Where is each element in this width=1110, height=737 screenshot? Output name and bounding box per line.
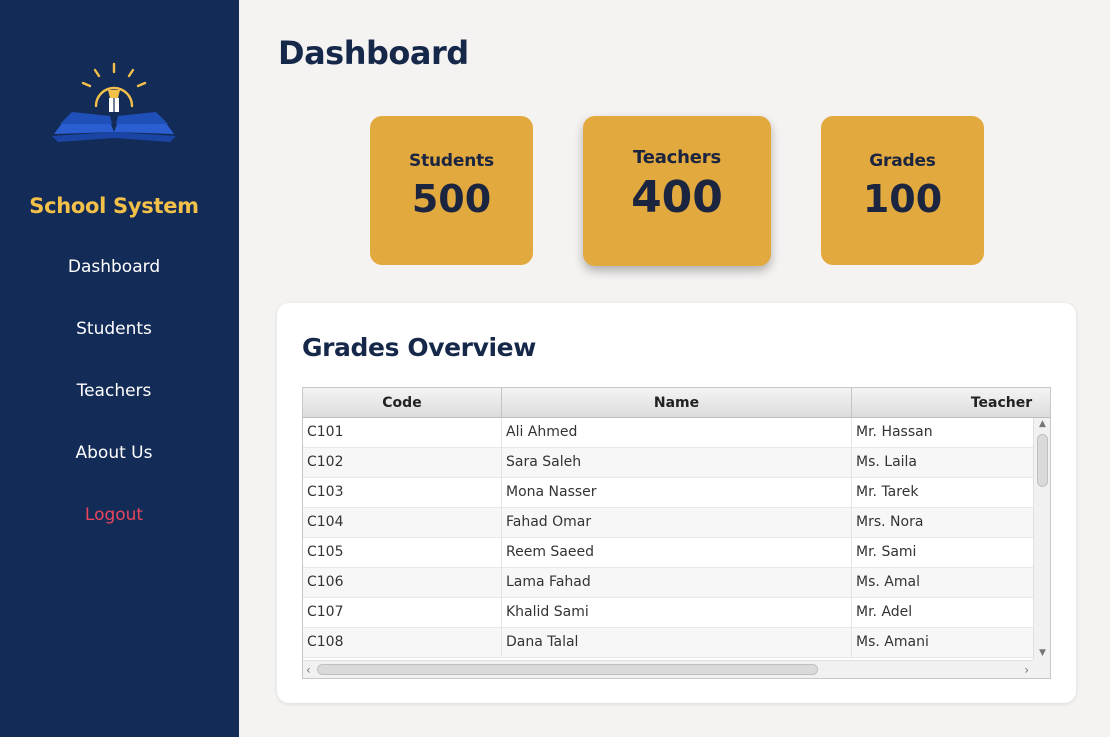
grades-stat-card[interactable]: Grades 100 [821,116,984,265]
scroll-up-icon[interactable]: ▲ [1034,419,1050,429]
vertical-scrollbar[interactable]: ▲ ▼ [1033,418,1050,660]
cell-code: C105 [303,538,502,568]
cell-code: C106 [303,568,502,598]
scroll-down-icon[interactable]: ▼ [1034,648,1050,658]
sidebar-item-logout[interactable]: Logout [0,505,228,525]
cell-name: Reem Saeed [502,538,852,568]
page-title: Dashboard [278,34,469,72]
table-row[interactable]: C106 Lama Fahad Ms. Amal [303,568,1034,598]
students-stat-card[interactable]: Students 500 [370,116,533,265]
sidebar-item-dashboard[interactable]: Dashboard [0,257,228,277]
teachers-stat-label: Teachers [633,147,721,168]
cell-name: Khalid Sami [502,598,852,628]
cell-teacher: Mr. Hassan [852,418,1034,448]
cell-name: Ali Ahmed [502,418,852,448]
cell-teacher: Ms. Laila [852,448,1034,478]
horizontal-scroll-thumb[interactable] [317,664,818,675]
scroll-right-icon[interactable]: › [1024,661,1029,678]
column-header-name[interactable]: Name [502,388,852,418]
teachers-stat-value: 400 [631,172,723,223]
cell-name: Mona Nasser [502,478,852,508]
grades-table: Code Name Teacher C101 Ali Ahmed Mr. Has… [302,387,1051,679]
students-stat-label: Students [409,151,494,171]
sidebar-item-teachers[interactable]: Teachers [0,381,228,401]
column-header-code[interactable]: Code [303,388,502,418]
scrollbar-corner [1033,660,1050,678]
cell-code: C101 [303,418,502,448]
table-row[interactable]: C108 Dana Talal Ms. Amani [303,628,1034,658]
cell-code: C102 [303,448,502,478]
grades-overview-panel: Grades Overview Code Name Teacher C101 A… [277,303,1076,703]
cell-teacher: Mr. Adel [852,598,1034,628]
sidebar: School System Dashboard Students Teacher… [0,0,239,737]
cell-teacher: Mrs. Nora [852,508,1034,538]
cell-code: C107 [303,598,502,628]
table-row[interactable]: C105 Reem Saeed Mr. Sami [303,538,1034,568]
cell-name: Fahad Omar [502,508,852,538]
table-header: Code Name Teacher [303,388,1050,418]
school-logo-icon [52,62,176,142]
cell-teacher: Ms. Amani [852,628,1034,658]
cell-code: C108 [303,628,502,658]
scroll-left-icon[interactable]: ‹ [306,661,311,678]
teachers-stat-card[interactable]: Teachers 400 [583,116,771,266]
column-header-teacher[interactable]: Teacher [852,388,1050,418]
table-row[interactable]: C107 Khalid Sami Mr. Adel [303,598,1034,628]
cell-teacher: Mr. Sami [852,538,1034,568]
grades-stat-label: Grades [869,151,936,171]
grades-overview-title: Grades Overview [302,333,536,362]
cell-name: Lama Fahad [502,568,852,598]
vertical-scroll-thumb[interactable] [1037,434,1048,487]
table-body: C101 Ali Ahmed Mr. Hassan C102 Sara Sale… [303,418,1034,658]
horizontal-scrollbar[interactable]: ‹ › [303,660,1034,678]
sidebar-item-about-us[interactable]: About Us [0,443,228,463]
table-row[interactable]: C104 Fahad Omar Mrs. Nora [303,508,1034,538]
cell-teacher: Ms. Amal [852,568,1034,598]
grades-stat-value: 100 [862,177,943,221]
cell-teacher: Mr. Tarek [852,478,1034,508]
students-stat-value: 500 [411,177,492,221]
cell-code: C103 [303,478,502,508]
table-row[interactable]: C103 Mona Nasser Mr. Tarek [303,478,1034,508]
cell-name: Dana Talal [502,628,852,658]
cell-name: Sara Saleh [502,448,852,478]
sidebar-item-students[interactable]: Students [0,319,228,339]
app-title: School System [29,194,199,218]
table-row[interactable]: C102 Sara Saleh Ms. Laila [303,448,1034,478]
cell-code: C104 [303,508,502,538]
table-row[interactable]: C101 Ali Ahmed Mr. Hassan [303,418,1034,448]
